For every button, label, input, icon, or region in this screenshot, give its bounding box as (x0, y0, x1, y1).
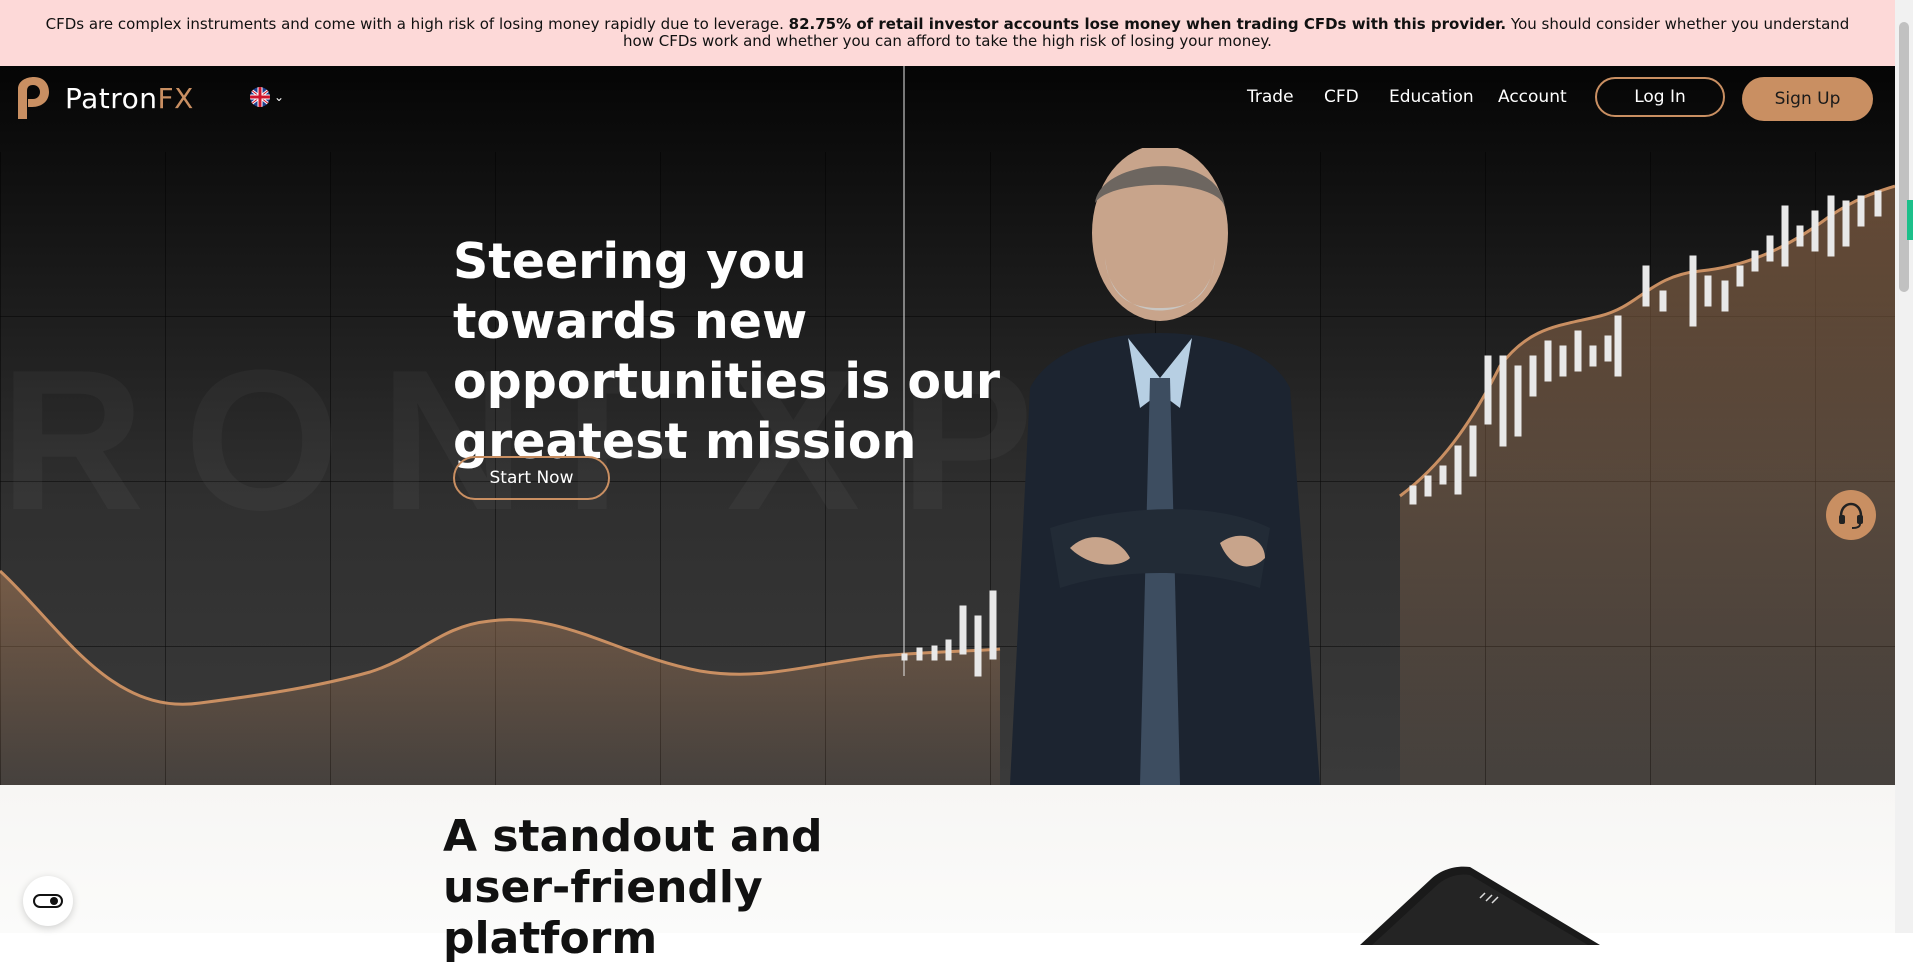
patronfx-logo[interactable]: PatronFX (14, 77, 194, 119)
businessman-image (1010, 148, 1320, 785)
uk-flag-icon (250, 87, 270, 107)
phone-image (1360, 866, 1600, 945)
support-chat-button[interactable] (1826, 490, 1876, 540)
nav-education[interactable]: Education (1389, 87, 1474, 107)
chart-area-fill (0, 571, 1000, 785)
scroll-indicator-accent (1907, 200, 1913, 240)
start-now-button[interactable]: Start Now (453, 456, 610, 500)
nav-trade[interactable]: Trade (1247, 87, 1294, 107)
platform-section: A standout and user-friendly platform (0, 785, 1895, 964)
nav-account[interactable]: Account (1498, 87, 1567, 107)
toggle-icon (33, 894, 63, 908)
logo-mark-icon (18, 77, 49, 119)
theme-toggle-button[interactable] (23, 876, 73, 926)
hero-section: RONFXPA (0, 66, 1895, 785)
login-button[interactable]: Log In (1595, 77, 1725, 117)
hero-headline: Steering you towards new opportunities i… (453, 233, 1001, 470)
risk-text-bold: 82.75% of retail investor accounts lose … (788, 15, 1507, 33)
signup-button[interactable]: Sign Up (1742, 77, 1873, 121)
nav-cfd[interactable]: CFD (1324, 87, 1359, 107)
chevron-down-icon: ⌄ (274, 90, 285, 104)
risk-warning-banner: CFDs are complex instruments and come wi… (0, 0, 1895, 66)
platform-heading: A standout and user-friendly platform (443, 811, 823, 964)
headset-icon (1839, 502, 1863, 529)
logo-text-main: Patron (65, 81, 158, 115)
scrollbar-thumb[interactable] (1899, 22, 1909, 292)
risk-text-start: CFDs are complex instruments and come wi… (45, 15, 789, 33)
logo-text-accent: FX (157, 81, 194, 115)
top-navigation: PatronFX ⌄ Trade CFD Education Account L… (0, 66, 1895, 132)
language-selector[interactable]: ⌄ (250, 87, 284, 107)
logo-text: PatronFX (65, 82, 194, 115)
page-scrollbar[interactable] (1895, 0, 1913, 933)
